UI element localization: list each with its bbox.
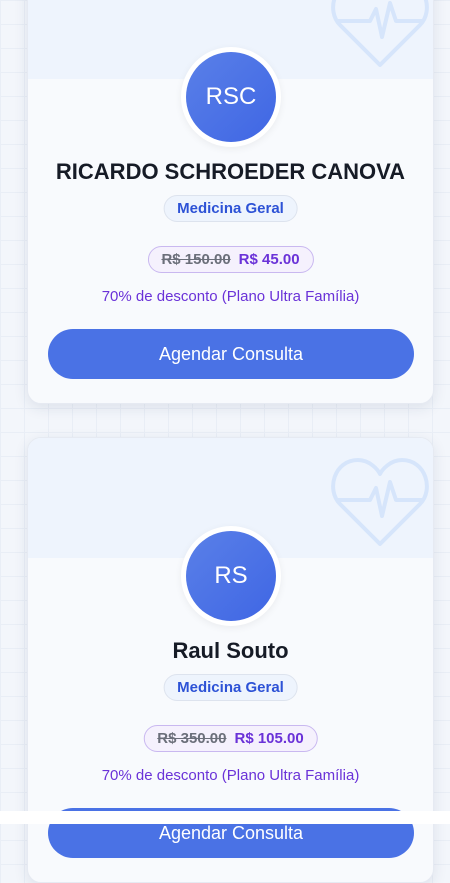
bottom-bar bbox=[0, 811, 450, 824]
old-price: R$ 150.00 bbox=[161, 251, 231, 268]
price-pill: R$ 150.00 R$ 45.00 bbox=[147, 246, 314, 273]
avatar-initials: RS bbox=[186, 531, 276, 621]
discount-text: 70% de desconto (Plano Ultra Família) bbox=[101, 767, 360, 784]
schedule-button[interactable]: Agendar Consulta bbox=[48, 329, 414, 379]
doctor-name: Raul Souto bbox=[172, 638, 289, 663]
specialty-badge: Medicina Geral bbox=[163, 674, 298, 701]
avatar: RS bbox=[181, 526, 281, 626]
heart-pulse-icon bbox=[331, 458, 429, 546]
avatar-initials: RSC bbox=[186, 52, 276, 142]
new-price: R$ 105.00 bbox=[234, 730, 304, 747]
old-price: R$ 350.00 bbox=[157, 730, 227, 747]
doctor-card: RSC RICARDO SCHROEDER CANOVA Medicina Ge… bbox=[27, 0, 434, 404]
discount-text: 70% de desconto (Plano Ultra Família) bbox=[101, 288, 360, 305]
doctor-name: RICARDO SCHROEDER CANOVA bbox=[55, 159, 406, 184]
avatar: RSC bbox=[181, 47, 281, 147]
price-pill: R$ 350.00 R$ 105.00 bbox=[143, 725, 318, 752]
specialty-badge: Medicina Geral bbox=[163, 195, 298, 222]
new-price: R$ 45.00 bbox=[238, 251, 300, 268]
heart-pulse-icon bbox=[331, 0, 429, 67]
